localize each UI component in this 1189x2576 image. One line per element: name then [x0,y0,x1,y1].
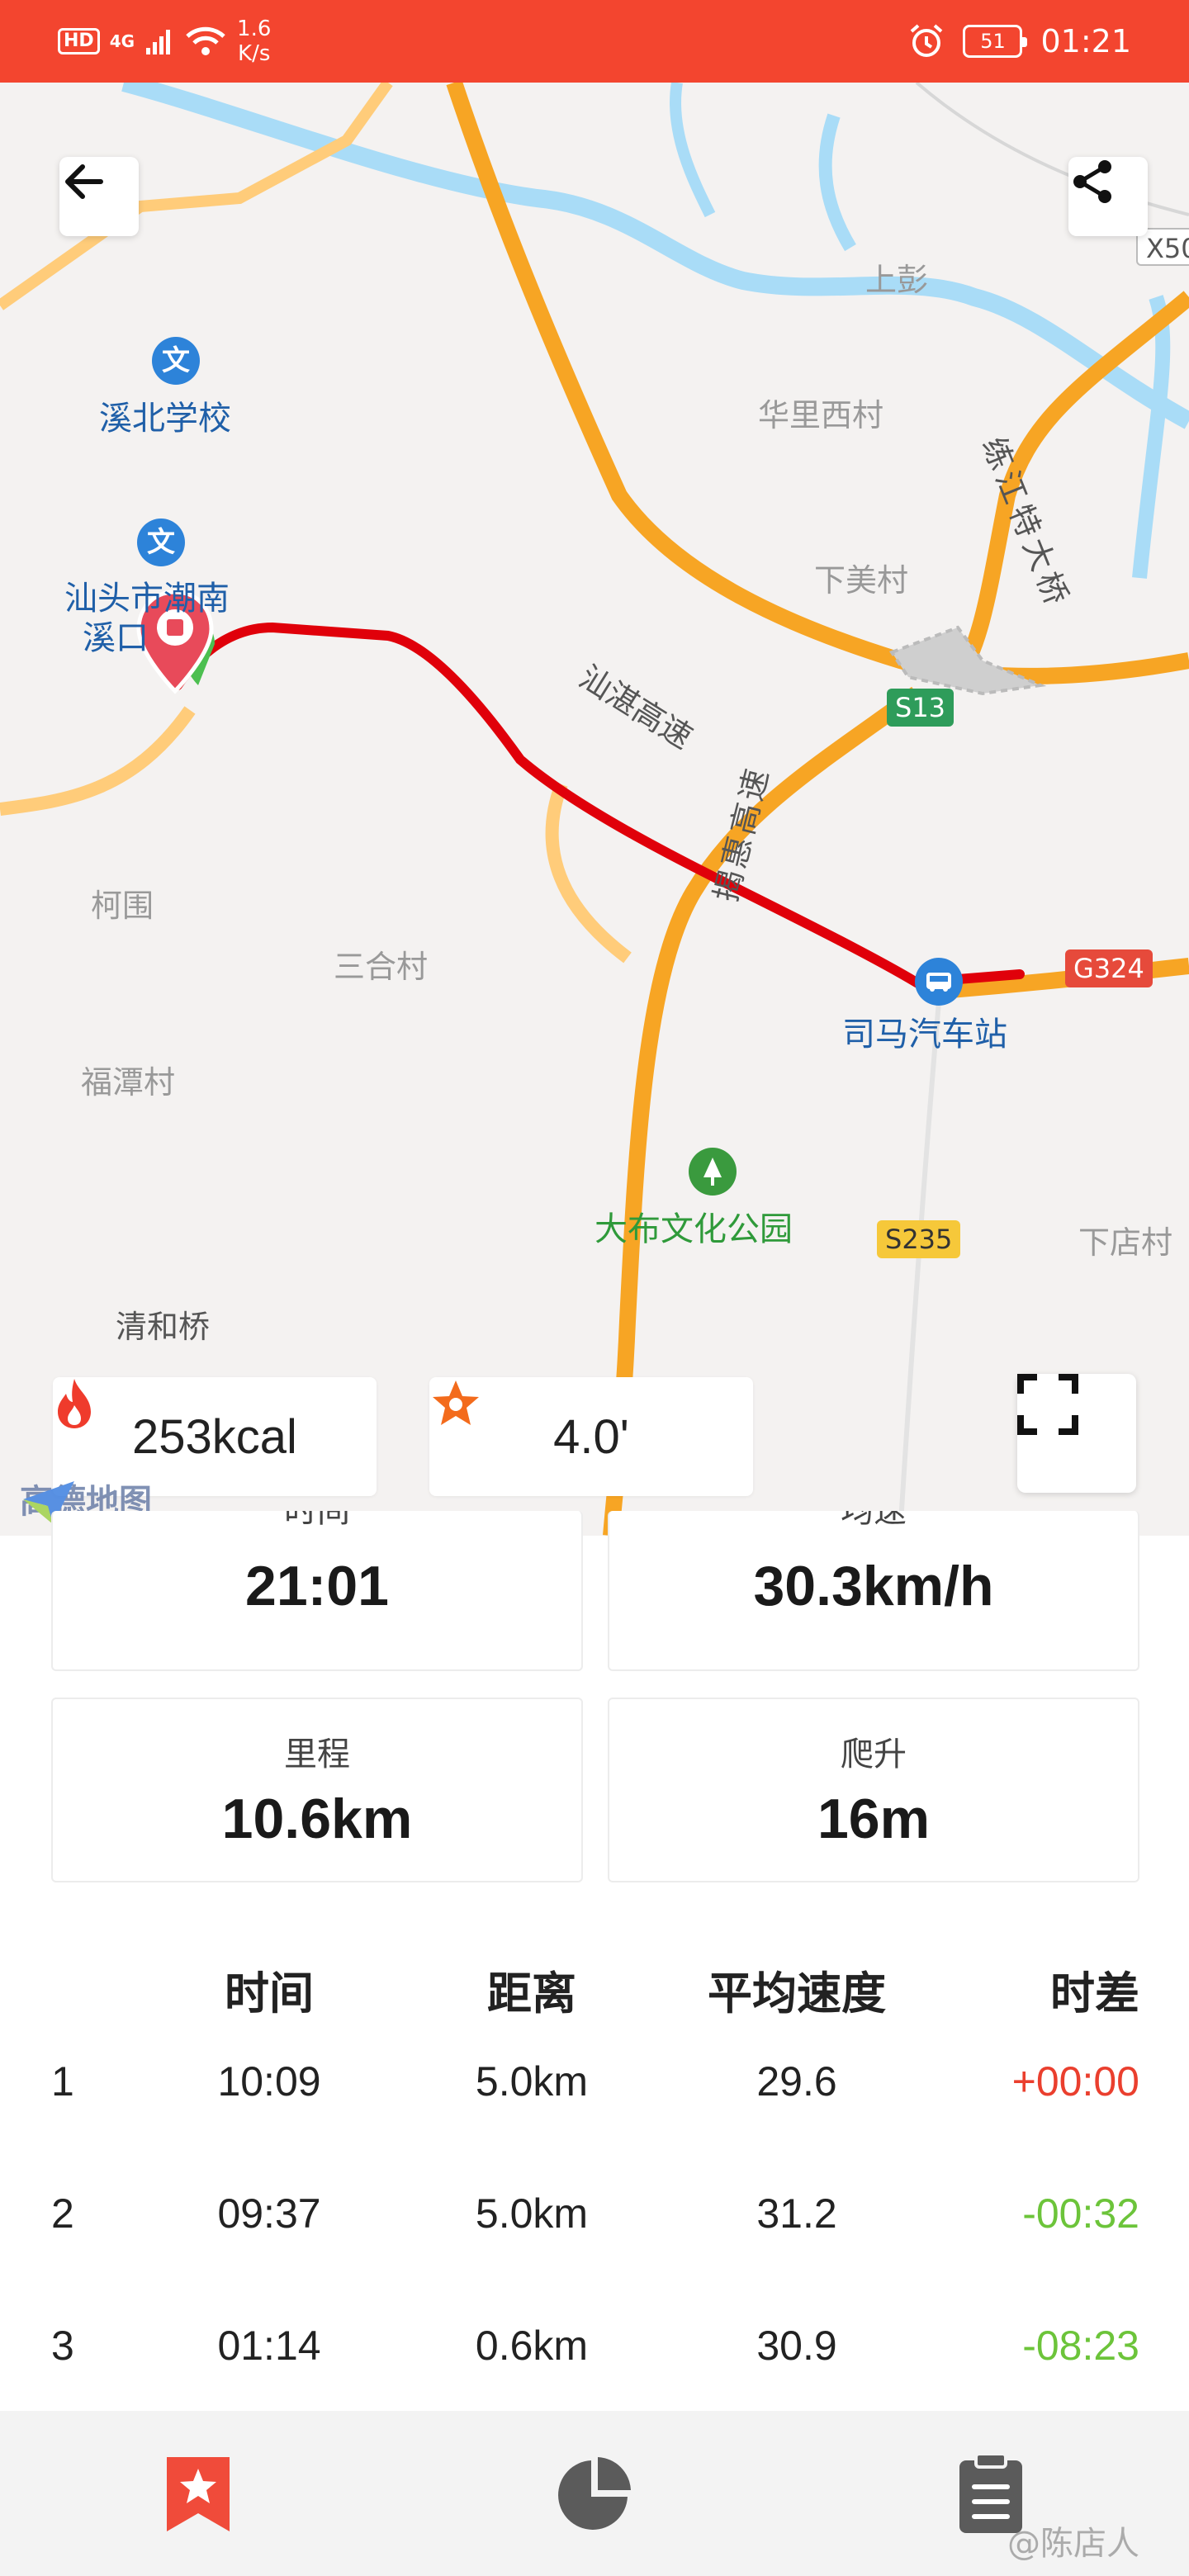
flame-icon [58,1379,91,1428]
distance-label: 里程 [284,1735,350,1773]
map-label: 大布文化公园 [594,1210,793,1248]
split-distance: 5.0km [475,2190,589,2237]
map-label: 下店村 [1078,1224,1173,1261]
split-time-diff: -00:32 [1022,2190,1139,2237]
split-time-diff: -08:23 [1022,2323,1139,2369]
share-button[interactable] [1068,157,1148,236]
bottom-nav: @陈店人 [0,2411,1189,2576]
back-button[interactable] [59,157,139,236]
map-label: 溪北学校 [99,400,231,438]
split-avg-speed: 31.2 [756,2190,837,2237]
share-icon [1073,160,1111,203]
header-time-diff: 时差 [1050,1968,1139,2020]
time-card: 时间 21:01 [51,1511,583,1671]
fullscreen-icon [1017,1374,1078,1435]
road-badge-s235: S235 [877,1220,961,1258]
header-distance: 距离 [487,1968,576,2020]
time-value: 21:01 [245,1555,389,1617]
nav-record-tab[interactable] [157,2452,239,2535]
rating-chip: 4.0' [429,1377,753,1496]
clock: 01:21 [1040,23,1131,59]
splits-header: 时间 距离 平均速度 时差 [0,1957,1189,2023]
avg-speed-label: 均速 [841,1511,907,1530]
nav-stats-tab[interactable] [553,2452,636,2535]
table-row: 3 01:14 0.6km 30.9 -08:23 [0,2313,1189,2396]
battery-indicator: 51 [963,25,1028,58]
school-poi-icon: 文 [152,337,200,385]
arrow-left-icon [65,164,103,199]
map-label: 下美村 [814,562,909,599]
road-badge-s13: S13 [887,689,955,727]
split-avg-speed: 30.9 [756,2323,837,2369]
route-map[interactable]: 上彭 华里西村 文 溪北学校 文 汕头市潮南 溪口 汕湛高速 练江特大桥 下美村… [0,83,1189,1536]
split-time: 10:09 [217,2058,321,2105]
split-index: 3 [51,2323,74,2369]
network-type: 4G [109,31,135,51]
star-bookmark-icon [167,2457,230,2531]
map-label: 司马汽车站 [842,1016,1007,1054]
signal-icon [146,30,171,54]
road-badge-g324: G324 [1065,949,1153,987]
time-label: 时间 [284,1511,350,1530]
climb-value: 16m [817,1788,931,1850]
rating-value: 4.0' [553,1409,629,1464]
hd-badge: HD [58,28,100,54]
pie-chart-icon [558,2457,631,2530]
split-time-diff: +00:00 [1011,2058,1139,2105]
distance-card: 里程 10.6km [51,1698,583,1882]
avg-speed-value: 30.3km/h [753,1555,994,1617]
alarm-icon [911,24,943,57]
status-bar: HD 4G 1.6 K/s 51 01:21 [0,0,1189,83]
bus-station-icon [915,958,963,1006]
split-time: 09:37 [217,2190,321,2237]
split-index: 1 [51,2058,74,2105]
map-label: 清和桥 [116,1309,211,1345]
map-label: 溪口 [83,619,149,657]
map-label: 三合村 [334,949,429,985]
wifi-icon [186,26,225,55]
table-row: 1 10:09 5.0km 29.6 +00:00 [0,2049,1189,2132]
distance-value: 10.6km [221,1788,413,1850]
star-icon [433,1380,479,1425]
net-speed: 1.6 K/s [237,17,272,66]
header-avg-speed: 平均速度 [708,1968,886,2020]
park-poi-icon [689,1148,737,1196]
map-label: 福潭村 [81,1064,176,1101]
split-distance: 0.6km [475,2323,589,2369]
split-time: 01:14 [217,2323,321,2369]
map-label: 上彭 [865,262,929,298]
climb-card: 爬升 16m [608,1698,1139,1882]
table-row: 2 09:37 5.0km 31.2 -00:32 [0,2181,1189,2264]
calories-value: 253kcal [132,1409,297,1464]
split-avg-speed: 29.6 [756,2058,837,2105]
climb-label: 爬升 [841,1735,907,1773]
school-poi-icon: 文 [137,519,185,566]
split-index: 2 [51,2190,74,2237]
header-time: 时间 [225,1968,314,2020]
avg-speed-card: 均速 30.3km/h [608,1511,1139,1671]
watermark: @陈店人 [1007,2525,1139,2563]
split-distance: 5.0km [475,2058,589,2105]
map-label: 华里西村 [758,397,884,433]
fullscreen-button[interactable] [1017,1374,1136,1493]
map-label: 柯围 [91,888,154,924]
